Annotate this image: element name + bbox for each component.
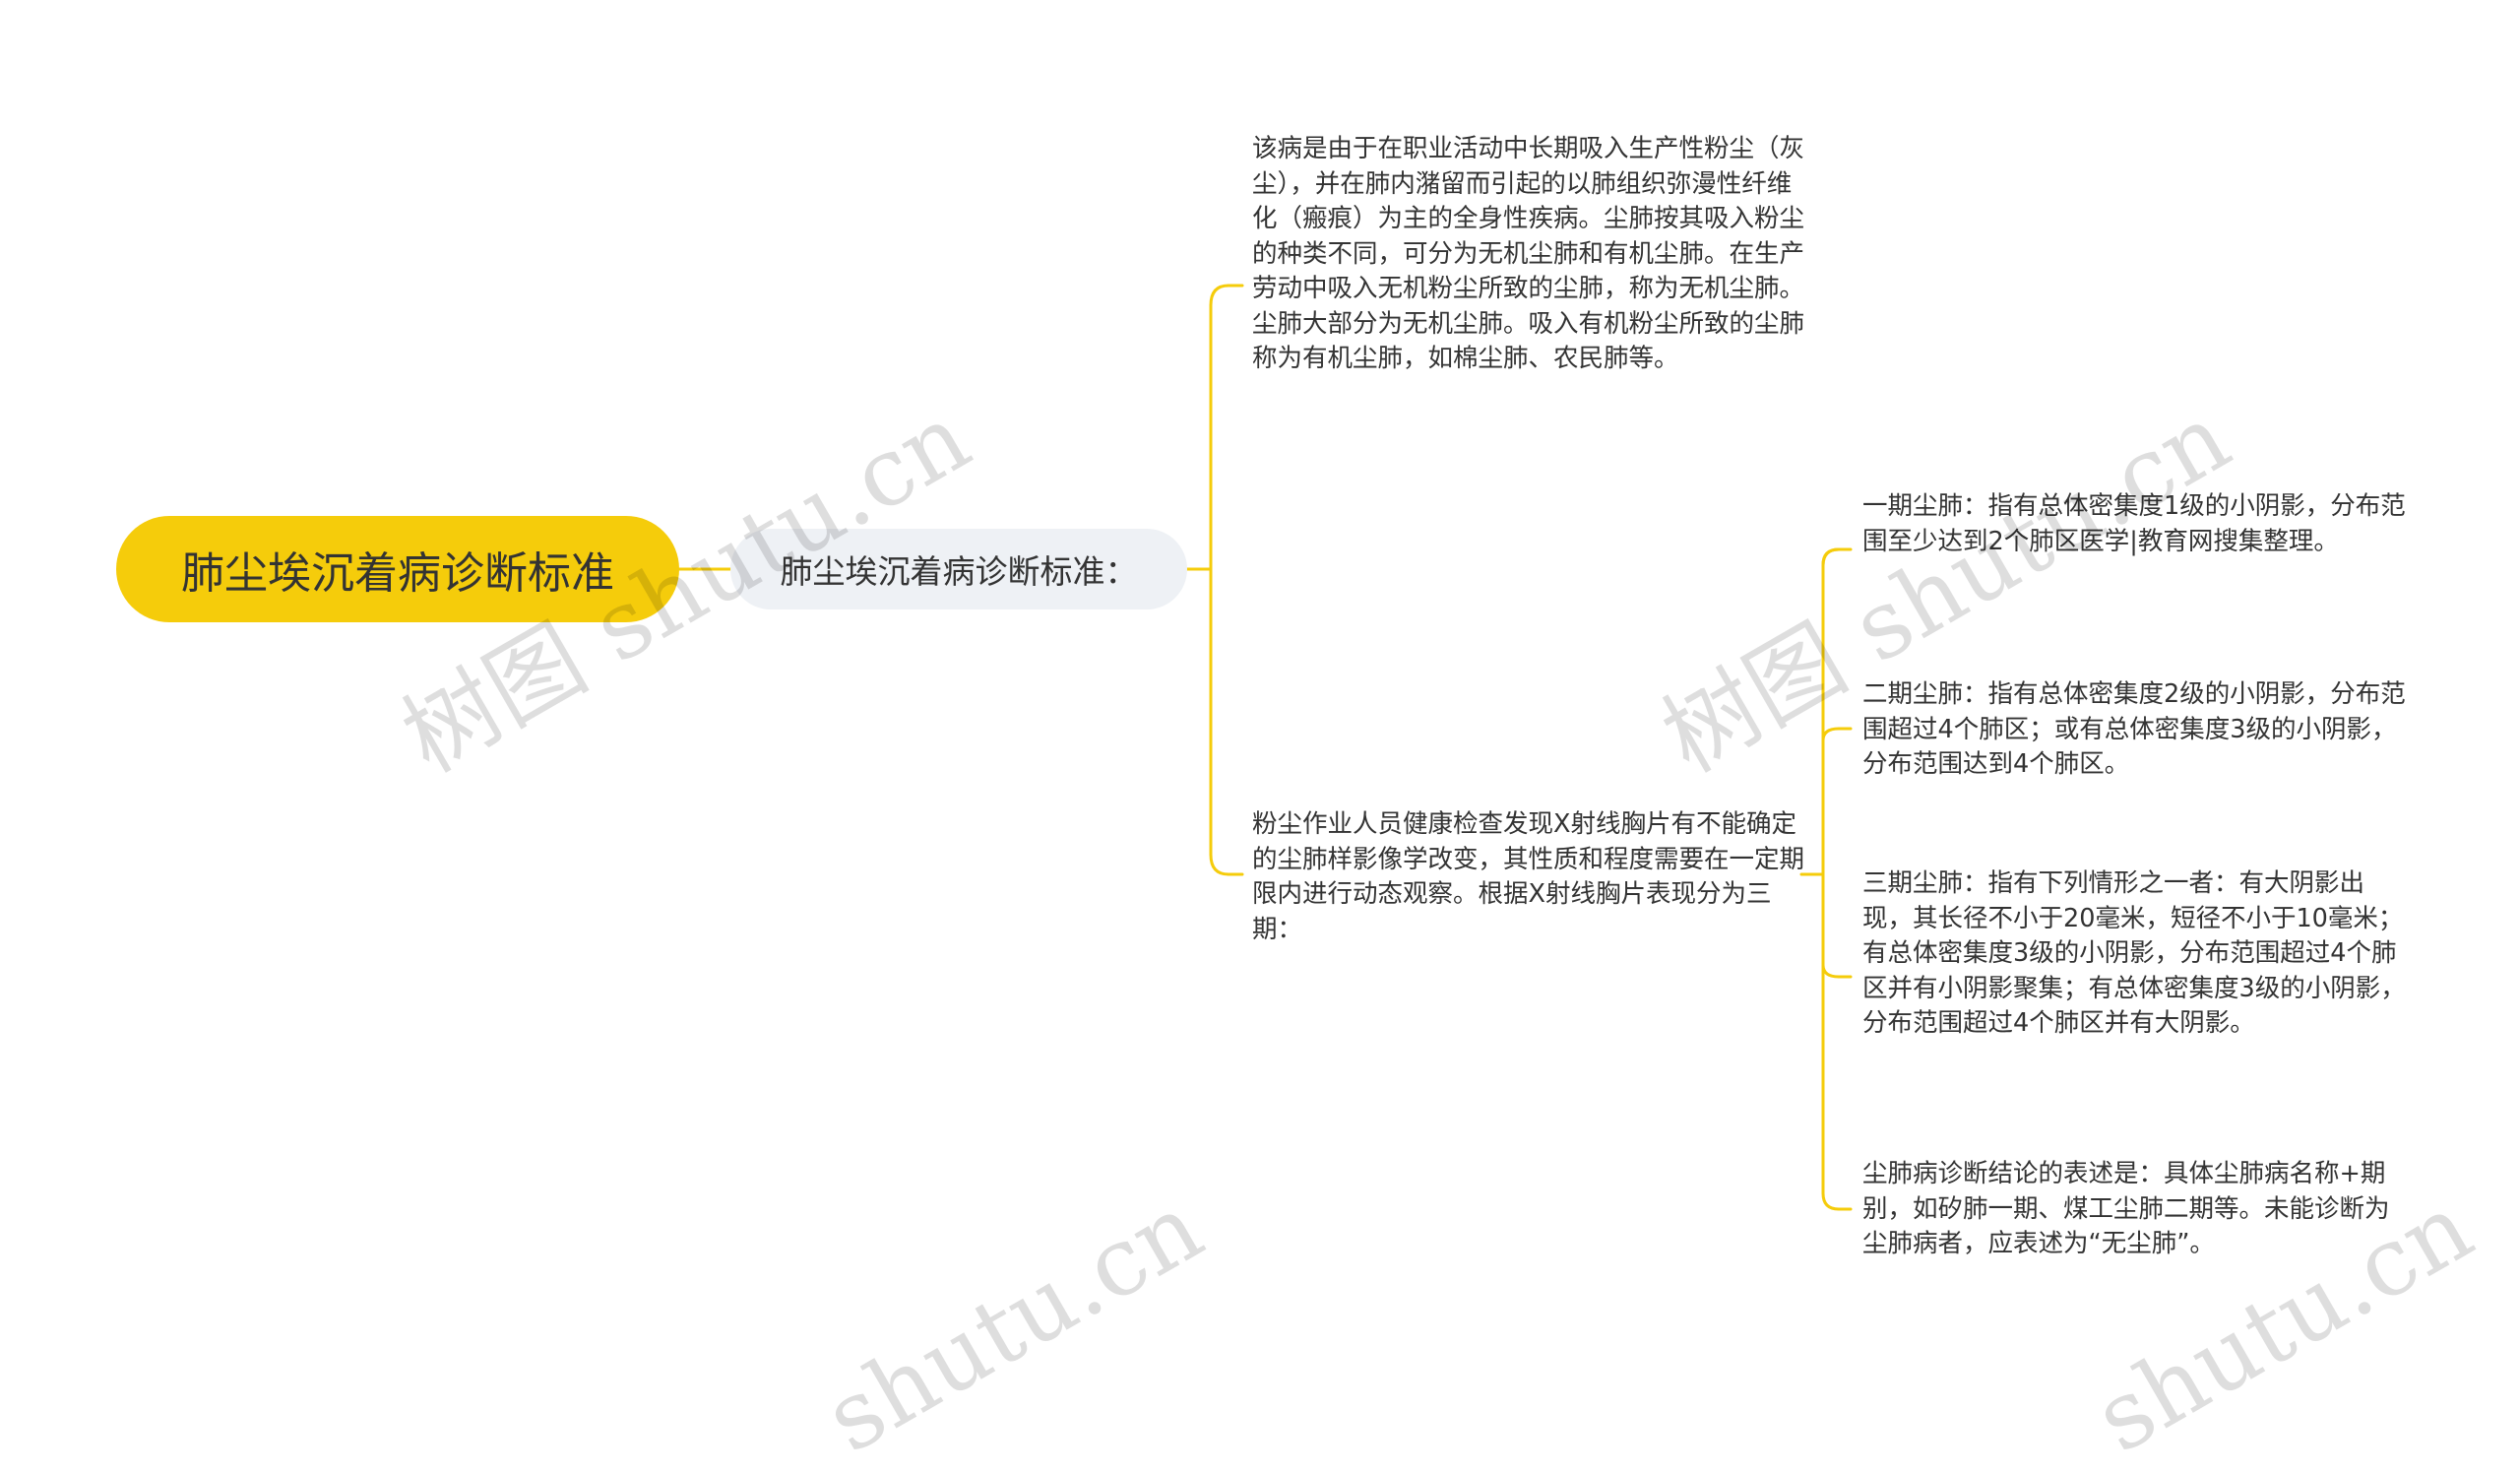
root-node-label: 肺尘埃沉着病诊断标准 <box>181 548 614 599</box>
trunk-level2 <box>1209 284 1230 876</box>
leaf-stage3[interactable]: 三期尘肺：指有下列情形之一者：有大阴影出现，其长径不小于20毫米，短径不小于10… <box>1862 866 2414 1042</box>
leaf-definition[interactable]: 该病是由于在职业活动中长期吸入生产性粉尘（灰尘），并在肺内潴留而引起的以肺组织弥… <box>1252 132 1813 377</box>
link-stage2 <box>1821 727 1853 742</box>
sub-node-label: 肺尘埃沉着病诊断标准： <box>780 552 1138 591</box>
leaf-stage1[interactable]: 一期尘肺：指有总体密集度1级的小阴影，分布范围至少达到2个肺区医学|教育网搜集整… <box>1862 489 2414 559</box>
leaf-staging[interactable]: 粉尘作业人员健康检查发现X射线胸片有不能确定的尘肺样影像学改变，其性质和程度需要… <box>1252 807 1813 947</box>
leaf-stage2[interactable]: 二期尘肺：指有总体密集度2级的小阴影，分布范围超过4个肺区；或有总体密集度3级的… <box>1862 677 2414 783</box>
link-stage3 <box>1821 963 1853 979</box>
sub-node[interactable]: 肺尘埃沉着病诊断标准： <box>730 529 1187 609</box>
leaf-conclusion[interactable]: 尘肺病诊断结论的表述是：具体尘肺病名称+期别，如矽肺一期、煤工尘肺二期等。未能诊… <box>1862 1157 2414 1262</box>
trunk-level3 <box>1821 547 1841 1211</box>
root-node[interactable]: 肺尘埃沉着病诊断标准 <box>116 516 679 622</box>
link-stage1 <box>1821 547 1853 567</box>
mindmap-canvas: 肺尘埃沉着病诊断标准 肺尘埃沉着病诊断标准： 该病是由于在职业活动中长期吸入生产… <box>0 0 2520 1474</box>
